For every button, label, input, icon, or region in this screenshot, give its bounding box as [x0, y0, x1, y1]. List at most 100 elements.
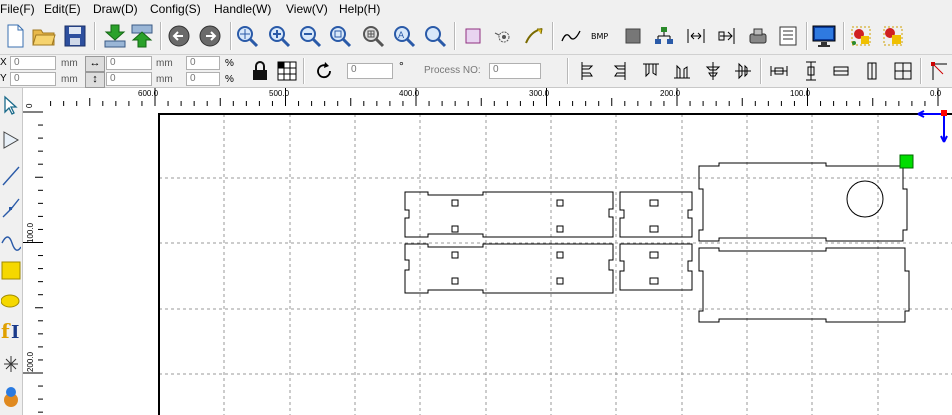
- filled-square-icon: [625, 28, 641, 44]
- scale-y-field[interactable]: 0: [186, 72, 220, 86]
- cut-part-long-panel-top[interactable]: [404, 191, 614, 238]
- zoom-page-icon: [330, 26, 352, 48]
- new-file-icon: [7, 24, 24, 48]
- cut-part-large-panel-top[interactable]: [698, 162, 908, 242]
- save-button[interactable]: [62, 23, 88, 49]
- drawing-canvas[interactable]: [43, 106, 952, 415]
- lock-ratio-button[interactable]: [247, 58, 273, 84]
- pan-button[interactable]: [234, 23, 260, 49]
- same-width-button[interactable]: [766, 58, 792, 84]
- zoom-grid-button[interactable]: [360, 23, 386, 49]
- open-file-button[interactable]: [31, 23, 57, 49]
- preview-button[interactable]: [880, 23, 906, 49]
- hruler-label-400: 400.0: [399, 89, 420, 98]
- align-left-button[interactable]: [575, 58, 601, 84]
- same-size-button[interactable]: [890, 58, 916, 84]
- zoom-out-icon: [300, 26, 322, 48]
- degree-unit: °: [399, 59, 404, 73]
- curve-tool[interactable]: [0, 228, 22, 252]
- rectangle-tool[interactable]: [0, 258, 22, 282]
- cut-part-small-panel-top[interactable]: [619, 191, 693, 238]
- same-size-v-button[interactable]: [859, 58, 885, 84]
- process-no-field[interactable]: 0: [489, 63, 541, 79]
- select-rect-button[interactable]: [460, 23, 486, 49]
- grid-button[interactable]: [274, 58, 300, 84]
- align-right-icon: [613, 62, 626, 80]
- zoom-page-button[interactable]: [327, 23, 353, 49]
- toolbar-separator: [843, 22, 845, 50]
- align-bottom-button[interactable]: [669, 58, 695, 84]
- bitmap-button[interactable]: BMP: [589, 23, 615, 49]
- origin-icon: [931, 62, 947, 80]
- simulate-button[interactable]: [848, 23, 874, 49]
- align-right-button[interactable]: [714, 23, 740, 49]
- star-tool[interactable]: [0, 352, 22, 376]
- y-position-field[interactable]: 0: [10, 72, 56, 86]
- align-left-icon: [581, 62, 594, 80]
- x-position-field[interactable]: 0: [10, 56, 56, 70]
- property-toolbar: X 0 mm Y 0 mm ↔ ↕ 0 mm 0 mm 0 % 0 % 0 ° …: [0, 55, 952, 88]
- node-tool[interactable]: [0, 128, 22, 152]
- cut-part-small-panel-bottom[interactable]: [619, 243, 693, 291]
- menu-handle[interactable]: Handle(W): [214, 2, 271, 16]
- export-icon: [131, 24, 153, 48]
- toolbar-separator: [160, 22, 162, 50]
- layer-list-button[interactable]: [775, 23, 801, 49]
- y-unit: mm: [61, 74, 78, 85]
- zoom-in-button[interactable]: [266, 23, 292, 49]
- select-tool[interactable]: [0, 94, 22, 118]
- same-size-h-button[interactable]: [828, 58, 854, 84]
- same-height-button[interactable]: [798, 58, 824, 84]
- rotate-angle-field[interactable]: 0: [347, 63, 393, 79]
- new-file-button[interactable]: [2, 23, 28, 49]
- scale-x-field[interactable]: 0: [186, 56, 220, 70]
- text-tool[interactable]: fI: [0, 318, 22, 342]
- center-h-button[interactable]: [700, 58, 726, 84]
- align-h-button[interactable]: [683, 23, 709, 49]
- zoom-all-button[interactable]: A: [391, 23, 417, 49]
- import-button[interactable]: [102, 23, 128, 49]
- polyline-tool[interactable]: [0, 196, 22, 220]
- menu-edit[interactable]: Edit(E): [44, 2, 81, 16]
- width-lock-toggle[interactable]: ↔: [85, 56, 105, 72]
- tree-button[interactable]: [651, 23, 677, 49]
- polyline-icon: [2, 198, 20, 218]
- toolbar-separator: [760, 58, 762, 84]
- center-v-button[interactable]: [730, 58, 756, 84]
- start-point-marker[interactable]: [899, 154, 914, 169]
- bitmap-tool[interactable]: [0, 384, 22, 408]
- rectangle-select-icon: [465, 28, 481, 44]
- folder-open-icon: [32, 29, 56, 46]
- smooth-curve-button[interactable]: [521, 23, 547, 49]
- node-edit-button[interactable]: [490, 23, 516, 49]
- align-right-edge-button[interactable]: [606, 58, 632, 84]
- menu-view[interactable]: View(V): [286, 2, 328, 16]
- menu-file[interactable]: File(F): [0, 2, 35, 16]
- laser-head-button[interactable]: [745, 23, 771, 49]
- import-icon: [104, 24, 126, 48]
- origin-button[interactable]: [926, 58, 952, 84]
- monitor-button[interactable]: [811, 23, 837, 49]
- export-button[interactable]: [129, 23, 155, 49]
- curve-button[interactable]: [558, 23, 584, 49]
- menu-help[interactable]: Help(H): [339, 2, 380, 16]
- ellipse-tool[interactable]: [0, 288, 22, 312]
- width-field[interactable]: 0: [106, 56, 152, 70]
- picture-icon: [4, 387, 18, 407]
- arrow-left-circle-icon: [168, 25, 190, 47]
- tree-structure-icon: [655, 27, 673, 44]
- redo-button[interactable]: [197, 23, 223, 49]
- menu-draw[interactable]: Draw(D): [93, 2, 138, 16]
- cut-part-long-panel-bottom[interactable]: [404, 243, 614, 294]
- zoom-select-button[interactable]: [422, 23, 448, 49]
- menu-config[interactable]: Config(S): [150, 2, 201, 16]
- align-top-button[interactable]: [638, 58, 664, 84]
- zoom-out-button[interactable]: [297, 23, 323, 49]
- line-icon: [2, 166, 20, 186]
- rotate-button[interactable]: [311, 58, 337, 84]
- fill-button[interactable]: [620, 23, 646, 49]
- line-tool[interactable]: [0, 164, 22, 188]
- undo-button[interactable]: [166, 23, 192, 49]
- height-field[interactable]: 0: [106, 72, 152, 86]
- height-lock-toggle[interactable]: ↕: [85, 72, 105, 88]
